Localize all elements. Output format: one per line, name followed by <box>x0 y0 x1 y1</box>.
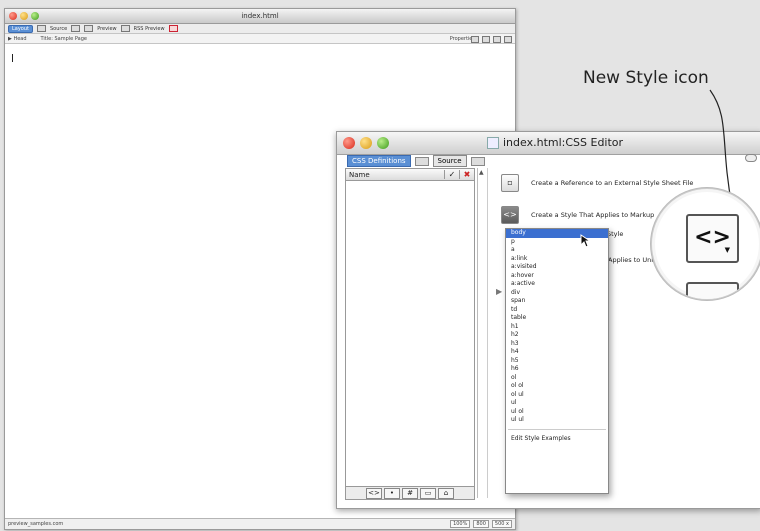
style-list-panel: Name ✓ ✖ <> • # ▭ ⌂ <box>345 168 475 500</box>
status-bar: preview_samples.com 100% 800 500 x <box>5 518 515 529</box>
menu-item[interactable]: body <box>506 229 608 238</box>
menu-item[interactable]: ol ol <box>506 382 608 391</box>
inspector-icon[interactable] <box>504 36 512 43</box>
toolbar-icons <box>471 36 512 43</box>
tab-css-source[interactable]: Source <box>432 155 467 167</box>
menu-item[interactable]: h1 <box>506 323 608 332</box>
menu-item[interactable]: h6 <box>506 365 608 374</box>
option-style[interactable]: Style <box>607 230 623 238</box>
source-icon <box>470 156 485 166</box>
head-label: Head <box>13 35 27 42</box>
name-column-header[interactable]: Name <box>346 171 444 179</box>
menu-item[interactable]: td <box>506 306 608 315</box>
size-field[interactable]: 500 x <box>491 520 512 528</box>
new-id-button[interactable]: # <box>402 487 418 499</box>
magnified-view: <> ▼ <box>651 188 760 300</box>
menu-item[interactable]: h4 <box>506 348 608 357</box>
css-editor-title: index.html:CSS Editor <box>487 136 623 149</box>
new-style-icon[interactable]: <> <box>501 206 519 224</box>
tab-layout[interactable]: Layout <box>8 24 33 33</box>
window-controls <box>9 12 39 20</box>
text-cursor <box>12 54 13 62</box>
option-style-label: Style <box>607 230 624 238</box>
rss-preview-icon <box>120 25 130 32</box>
document-icon <box>487 136 499 149</box>
menu-item[interactable]: ul ul <box>506 416 608 425</box>
new-class-button[interactable]: • <box>384 487 400 499</box>
tab-preview[interactable]: Preview <box>97 26 116 32</box>
css-minimize-button[interactable] <box>360 137 372 149</box>
layout-icon <box>37 25 46 32</box>
list-scrollbar[interactable]: ▲ <box>477 168 486 498</box>
option-external-stylesheet[interactable]: ▫ Create a Reference to an External Styl… <box>501 174 693 192</box>
menu-item[interactable]: ul <box>506 399 608 408</box>
menu-item[interactable]: p <box>506 238 608 247</box>
enabled-column-header[interactable]: ✓ <box>444 170 459 179</box>
menu-separator <box>508 428 606 430</box>
menu-item[interactable]: span <box>506 297 608 306</box>
remove-column-header[interactable]: ✖ <box>459 170 474 179</box>
menu-item[interactable]: table <box>506 314 608 323</box>
dropdown-triangle-icon: ▼ <box>724 246 730 254</box>
menu-item[interactable]: h5 <box>506 357 608 366</box>
css-window-controls <box>343 137 389 149</box>
tab-css-definitions[interactable]: CSS Definitions <box>347 155 411 167</box>
option-external-stylesheet-label: Create a Reference to an External Style … <box>531 179 694 187</box>
mouse-pointer-icon <box>580 234 592 248</box>
css-editor-title-text: index.html:CSS Editor <box>503 136 624 149</box>
page-title-field[interactable]: Title: Sample Page <box>41 36 87 42</box>
definitions-icon <box>414 156 429 166</box>
zoom-button[interactable] <box>31 12 39 20</box>
grid-icon[interactable] <box>493 36 501 43</box>
panel-divider[interactable] <box>487 168 488 498</box>
disclosure-arrow-icon[interactable]: ▶ <box>496 287 502 296</box>
minimize-button[interactable] <box>20 12 28 20</box>
css-zoom-button[interactable] <box>377 137 389 149</box>
source-icon <box>71 25 81 32</box>
menu-item[interactable]: a:active <box>506 280 608 289</box>
option-markup-style[interactable]: <> Create a Style That Applies to Markup <box>501 206 654 224</box>
markup-style-menu: body p a a:link a:visited a:hover a:active div s… <box>505 228 609 494</box>
rss-icon <box>168 25 178 32</box>
css-close-button[interactable] <box>343 137 355 149</box>
tab-rss-preview[interactable]: RSS Preview <box>134 26 165 32</box>
head-disclosure[interactable]: ▶ Head <box>8 36 27 42</box>
menu-item[interactable]: ol <box>506 374 608 383</box>
new-style-button[interactable]: <> <box>366 487 382 499</box>
close-button[interactable] <box>9 12 17 20</box>
document-toolbar: ▶ Head Title: Sample Page Properties <box>5 34 515 44</box>
magnified-new-style-icon: <> ▼ <box>686 214 739 263</box>
menu-item[interactable]: a:visited <box>506 263 608 272</box>
preview-icon <box>84 25 94 32</box>
new-link-button[interactable]: ▭ <box>420 487 436 499</box>
option-markup-style-label: Create a Style That Applies to Markup <box>531 211 655 219</box>
edit-style-examples-item[interactable]: Edit Style Examples <box>506 434 608 443</box>
magnified-next-button <box>686 282 739 299</box>
view-tabs: Layout Source Preview RSS Preview <box>5 24 515 34</box>
css-editor-tabs: CSS Definitions Source <box>347 155 485 167</box>
document-titlebar: index.html <box>5 9 515 24</box>
status-path: preview_samples.com <box>8 521 64 527</box>
status-controls: 100% 800 500 x <box>450 520 512 528</box>
menu-item[interactable]: ol ul <box>506 391 608 400</box>
scroll-up-arrow-icon[interactable]: ▲ <box>479 169 484 176</box>
style-list-footer: <> • # ▭ ⌂ <box>346 486 474 499</box>
delete-button[interactable]: ⌂ <box>438 487 454 499</box>
menu-item[interactable]: ul ol <box>506 408 608 417</box>
menu-item[interactable]: a:link <box>506 255 608 264</box>
menu-item[interactable]: h2 <box>506 331 608 340</box>
menu-item[interactable]: div <box>506 289 608 298</box>
link-icon[interactable] <box>482 36 490 43</box>
width-field[interactable]: 800 <box>473 520 489 528</box>
tab-source[interactable]: Source <box>50 26 67 32</box>
zoom-level[interactable]: 100% <box>450 520 471 528</box>
menu-item[interactable]: a:hover <box>506 272 608 281</box>
menu-item[interactable]: h3 <box>506 340 608 349</box>
style-list-header: Name ✓ ✖ <box>346 169 474 181</box>
external-stylesheet-icon[interactable]: ▫ <box>501 174 519 192</box>
callout-label: New Style icon <box>583 68 709 88</box>
document-title: index.html <box>241 12 279 20</box>
menu-item[interactable]: a <box>506 246 608 255</box>
page-icon[interactable] <box>471 36 479 43</box>
